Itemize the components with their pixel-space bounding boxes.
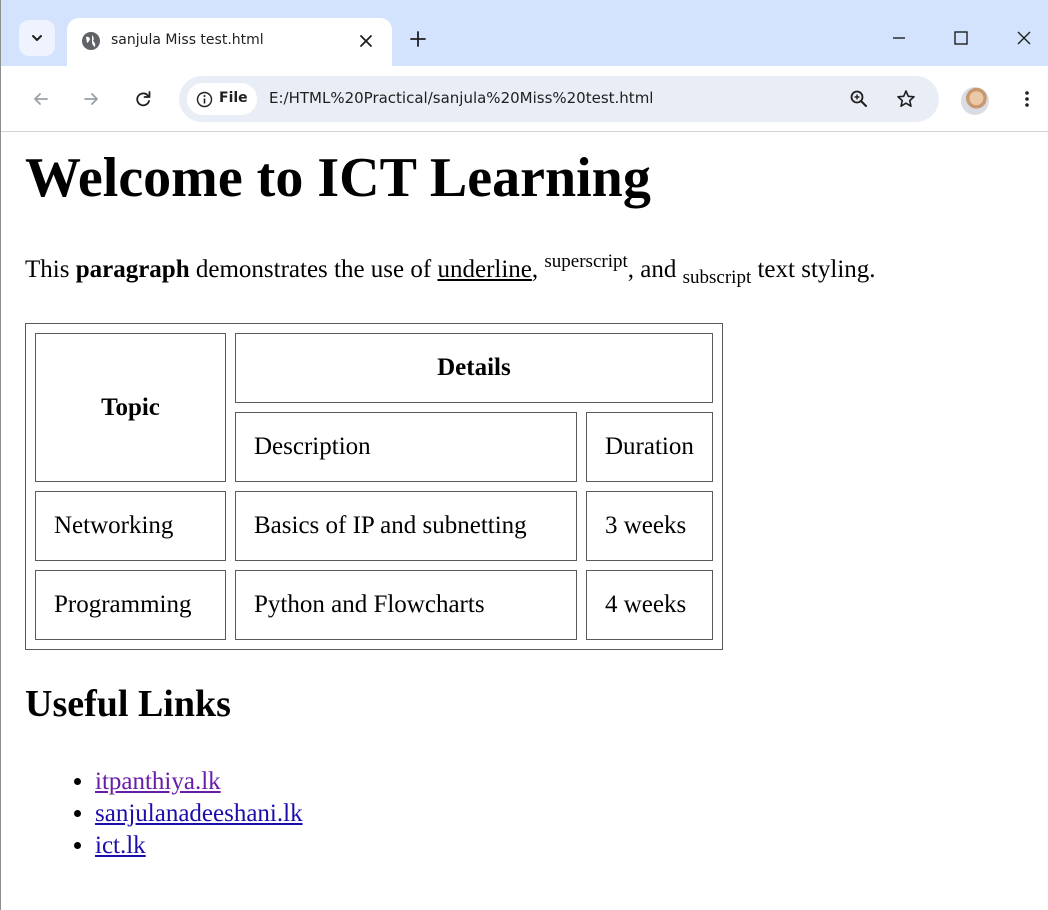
cell-duration: 3 weeks — [586, 491, 713, 561]
paragraph-text: demonstrates the use of — [189, 256, 438, 283]
list-item: itpanthiya.lk — [95, 766, 303, 798]
page-title: Welcome to ICT Learning — [25, 147, 651, 209]
cell-description: Python and Flowcharts — [235, 570, 577, 640]
cell-duration: 4 weeks — [586, 570, 713, 640]
active-tab[interactable]: sanjula Miss test.html — [67, 18, 392, 66]
close-tab-icon[interactable] — [357, 32, 375, 50]
info-icon — [196, 91, 213, 108]
address-bar[interactable]: File E:/HTML%20Practical/sanjula%20Miss%… — [179, 76, 939, 122]
maximize-icon[interactable] — [951, 28, 971, 48]
cell-topic: Programming — [35, 570, 226, 640]
forward-arrow-icon[interactable] — [81, 89, 101, 109]
browser-toolbar: File E:/HTML%20Practical/sanjula%20Miss%… — [1, 66, 1048, 132]
minimize-icon[interactable] — [889, 28, 909, 48]
link-itpanthiya[interactable]: itpanthiya.lk — [95, 768, 221, 795]
paragraph-subscript: subscript — [682, 267, 752, 288]
site-info-chip[interactable]: File — [187, 83, 257, 115]
cell-description: Basics of IP and subnetting — [235, 491, 577, 561]
link-ict[interactable]: ict.lk — [95, 832, 146, 859]
paragraph-underline: underline — [437, 256, 532, 283]
styled-paragraph: This paragraph demonstrates the use of u… — [25, 252, 876, 287]
tab-search-button[interactable] — [19, 20, 55, 56]
back-arrow-icon[interactable] — [31, 89, 51, 109]
profile-avatar[interactable] — [961, 87, 989, 115]
header-duration: Duration — [586, 412, 713, 482]
link-sanjulanadeeshani[interactable]: sanjulanadeeshani.lk — [95, 800, 303, 827]
browser-window: sanjula Miss test.html File E:/HTML%20Pr… — [0, 0, 1048, 910]
chevron-down-icon — [32, 35, 42, 41]
tab-title: sanjula Miss test.html — [111, 32, 264, 48]
paragraph-superscript: superscript — [544, 251, 628, 272]
close-window-icon[interactable] — [1014, 28, 1034, 48]
list-item: ict.lk — [95, 830, 303, 862]
paragraph-bold: paragraph — [75, 256, 190, 283]
more-menu-icon[interactable] — [1017, 89, 1037, 109]
header-topic: Topic — [35, 333, 226, 482]
globe-icon — [82, 32, 100, 50]
list-item: sanjulanadeeshani.lk — [95, 798, 303, 830]
paragraph-text: , — [531, 256, 545, 283]
table-header-row: Topic Details — [35, 333, 713, 482]
header-description: Description — [235, 412, 577, 482]
tab-strip: sanjula Miss test.html — [1, 0, 1048, 66]
url-text[interactable]: E:/HTML%20Practical/sanjula%20Miss%20tes… — [269, 89, 653, 107]
cell-topic: Networking — [35, 491, 226, 561]
paragraph-text: text styling. — [751, 256, 876, 283]
table-row: Programming Python and Flowcharts 4 week… — [35, 570, 713, 640]
paragraph-text: , and — [627, 256, 683, 283]
new-tab-icon[interactable] — [408, 29, 428, 49]
reload-icon[interactable] — [133, 89, 153, 109]
table-row: Networking Basics of IP and subnetting 3… — [35, 491, 713, 561]
paragraph-text: This — [25, 256, 76, 283]
site-chip-label: File — [219, 90, 248, 106]
links-heading: Useful Links — [25, 683, 231, 725]
header-details: Details — [235, 333, 713, 403]
links-list: itpanthiya.lk sanjulanadeeshani.lk ict.l… — [25, 766, 303, 862]
topics-table: Topic Details Description Duration Netwo… — [25, 323, 723, 650]
zoom-icon[interactable] — [849, 89, 869, 109]
bookmark-star-icon[interactable] — [896, 89, 916, 109]
